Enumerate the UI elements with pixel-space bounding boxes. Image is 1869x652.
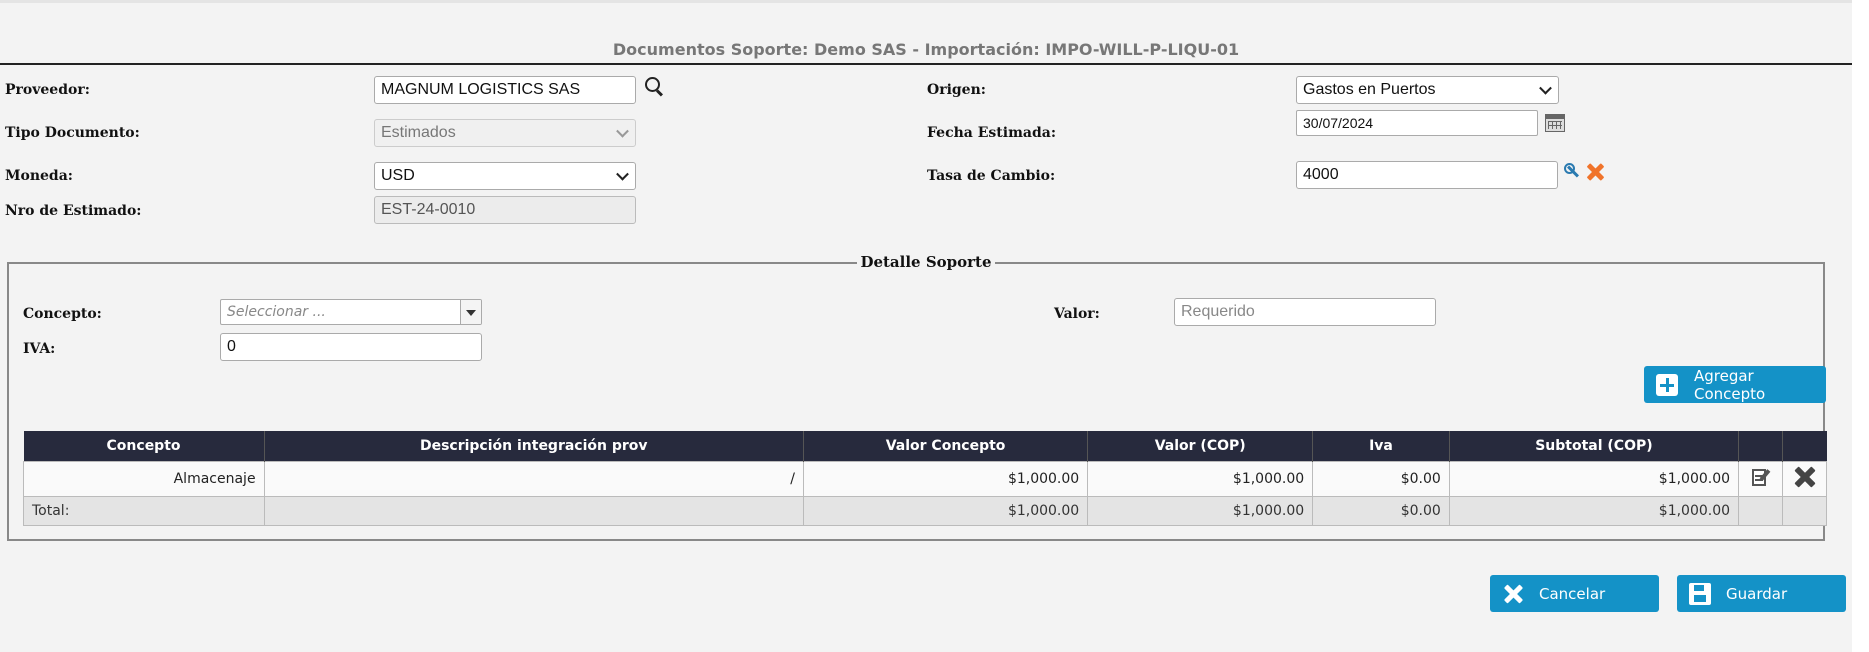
edit-cell[interactable] <box>1738 461 1784 497</box>
header-valor-concepto[interactable]: Valor Concepto <box>803 431 1089 462</box>
moneda-select[interactable]: USD <box>374 162 636 190</box>
moneda-label: Moneda: <box>5 168 73 184</box>
fecha-estimada-input[interactable]: 30/07/2024 <box>1296 110 1538 136</box>
dropdown-arrow-icon[interactable] <box>460 300 481 324</box>
iva-input[interactable]: 0 <box>220 333 482 361</box>
total-edit-empty <box>1738 496 1784 526</box>
total-valor-concepto: $1,000.00 <box>802 496 1089 526</box>
tasa-cambio-value: 4000 <box>1303 166 1339 183</box>
conceptos-table: Concepto Descripción integración prov Va… <box>23 431 1827 526</box>
total-iva: $0.00 <box>1312 496 1450 526</box>
plus-icon <box>1656 374 1678 396</box>
nro-estimado-label: Nro de Estimado: <box>5 203 142 219</box>
save-label: Guardar <box>1726 584 1788 603</box>
cell-concepto: Almacenaje <box>23 461 265 497</box>
concepto-placeholder: Seleccionar ... <box>227 304 326 320</box>
valor-placeholder: Requerido <box>1181 303 1255 320</box>
agregar-concepto-button[interactable]: Agregar Concepto <box>1644 366 1826 403</box>
total-subtotal: $1,000.00 <box>1448 496 1740 526</box>
header-concepto[interactable]: Concepto <box>23 431 265 462</box>
nro-estimado-field: EST-24-0010 <box>374 196 636 224</box>
total-label: Total: <box>23 496 265 526</box>
header-subtotal[interactable]: Subtotal (COP) <box>1449 431 1740 462</box>
concepto-label: Concepto: <box>23 306 102 322</box>
concepto-combobox[interactable]: Seleccionar ... <box>220 299 482 325</box>
cell-descripcion: / <box>263 461 804 497</box>
cell-subtotal: $1,000.00 <box>1448 461 1740 497</box>
cell-valor-concepto: $1,000.00 <box>802 461 1089 497</box>
tasa-cambio-input[interactable]: 4000 <box>1296 161 1558 189</box>
proveedor-label: Proveedor: <box>5 82 90 98</box>
nro-estimado-value: EST-24-0010 <box>381 201 476 218</box>
total-valor-cop: $1,000.00 <box>1087 496 1314 526</box>
save-icon <box>1689 583 1711 605</box>
top-border <box>0 0 1869 3</box>
calendar-icon[interactable] <box>1545 114 1565 132</box>
valor-input[interactable]: Requerido <box>1174 298 1436 326</box>
iva-label: IVA: <box>23 341 56 357</box>
search-icon[interactable] <box>645 77 664 97</box>
total-descripcion <box>263 496 804 526</box>
agregar-concepto-label: Agregar Concepto <box>1694 366 1766 403</box>
delete-cell[interactable] <box>1782 461 1827 497</box>
proveedor-input[interactable]: MAGNUM LOGISTICS SAS <box>374 76 636 104</box>
tipo-documento-select[interactable]: Estimados <box>374 119 636 147</box>
scrollbar-track[interactable] <box>1852 0 1869 652</box>
header-valor-cop[interactable]: Valor (COP) <box>1087 431 1314 462</box>
cancel-button[interactable]: Cancelar <box>1490 575 1659 612</box>
chevron-down-icon <box>616 167 629 181</box>
cell-valor-cop: $1,000.00 <box>1087 461 1314 497</box>
origen-label: Origen: <box>927 82 986 98</box>
total-delete-empty <box>1782 496 1827 526</box>
table-header-row: Concepto Descripción integración prov Va… <box>23 431 1827 462</box>
close-icon <box>1502 583 1524 605</box>
tasa-cambio-label: Tasa de Cambio: <box>927 168 1056 184</box>
detalle-soporte-legend: Detalle Soporte <box>0 253 1852 271</box>
clear-icon[interactable] <box>1587 163 1605 181</box>
tipo-documento-value: Estimados <box>381 124 456 141</box>
chevron-down-icon <box>1539 81 1552 95</box>
proveedor-value: MAGNUM LOGISTICS SAS <box>381 81 581 98</box>
cell-iva: $0.00 <box>1312 461 1450 497</box>
save-button[interactable]: Guardar <box>1677 575 1846 612</box>
header-iva[interactable]: Iva <box>1312 431 1450 462</box>
tipo-documento-label: Tipo Documento: <box>5 125 140 141</box>
cancel-label: Cancelar <box>1539 584 1606 603</box>
total-row: Total: $1,000.00 $1,000.00 $0.00 $1,000.… <box>23 496 1827 526</box>
title-divider <box>0 63 1852 65</box>
moneda-value: USD <box>381 167 415 184</box>
page-title: Documentos Soporte: Demo SAS - Importaci… <box>612 40 1240 59</box>
wrench-icon[interactable] <box>1564 163 1580 179</box>
edit-icon[interactable] <box>1751 467 1771 487</box>
header-delete <box>1782 431 1827 462</box>
header-edit <box>1738 431 1784 462</box>
delete-icon[interactable] <box>1794 466 1816 488</box>
header-descripcion[interactable]: Descripción integración prov <box>264 431 804 462</box>
chevron-down-icon <box>616 124 629 138</box>
valor-label: Valor: <box>1054 306 1100 322</box>
table-row[interactable]: Almacenaje / $1,000.00 $1,000.00 $0.00 $… <box>23 461 1827 497</box>
origen-select[interactable]: Gastos en Puertos <box>1296 76 1559 104</box>
fecha-estimada-label: Fecha Estimada: <box>927 125 1056 141</box>
iva-value: 0 <box>227 338 236 355</box>
fecha-estimada-value: 30/07/2024 <box>1303 115 1374 131</box>
origen-value: Gastos en Puertos <box>1303 81 1436 98</box>
